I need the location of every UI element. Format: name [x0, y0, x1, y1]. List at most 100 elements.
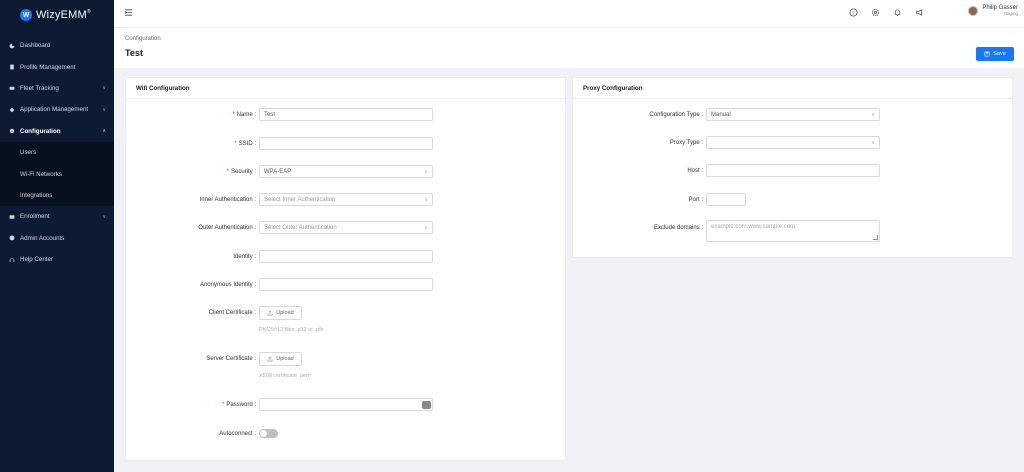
sidebar-item-dashboard[interactable]: Dashboard [0, 35, 114, 56]
chevron-down-icon: ∨ [424, 197, 428, 203]
enrollment-icon [9, 214, 15, 220]
server-certificate-hint: X509 certificate .pem [259, 373, 311, 379]
svg-text:?: ? [852, 10, 855, 15]
autoconnect-label: Autoconnect : [219, 431, 256, 437]
chevron-down-icon: ∨ [102, 85, 106, 92]
sidebar-item-label: Wi-Fi Networks [20, 170, 62, 178]
dashboard-icon [9, 43, 15, 49]
required-mark: * [221, 402, 225, 408]
required-mark: * [234, 141, 237, 147]
user-role: staging [1003, 11, 1018, 16]
inner-authentication-select[interactable]: Select Inner Authentication ∨ [259, 193, 433, 206]
gear-icon [9, 128, 15, 134]
ssid-label: * SSID : [234, 141, 256, 147]
sidebar-item-enrollment[interactable]: Enrollment ∨ [0, 206, 114, 227]
admin-icon [9, 235, 15, 241]
host-field[interactable] [706, 164, 880, 177]
host-label: Host : [687, 168, 703, 174]
registered-mark: ® [86, 9, 91, 15]
user-menu[interactable]: Philip Gasser staging [968, 5, 1018, 16]
top-bar: ? Philip Gasser staging [114, 0, 1024, 28]
sidebar-item-application-management[interactable]: Application Management ∨ [0, 99, 114, 120]
bell-icon[interactable] [893, 8, 902, 17]
save-button[interactable]: Save [976, 47, 1014, 61]
breadcrumb[interactable]: Configuration [125, 36, 161, 42]
sidebar-subitem-wifi-networks[interactable]: Wi-Fi Networks [0, 163, 114, 184]
sidebar-item-label: Admin Accounts [20, 234, 65, 242]
help-icon[interactable]: ? [849, 8, 858, 17]
sidebar-item-label: Application Management [20, 106, 89, 114]
port-field[interactable] [706, 193, 746, 206]
chevron-down-icon: ∨ [424, 169, 428, 175]
name-field[interactable]: Test [259, 108, 433, 121]
app-name: WizyEMM [36, 9, 87, 21]
name-label: * Name : [232, 112, 256, 118]
sidebar: W WizyEMM ® Dashboard Profile Management … [0, 0, 114, 472]
inner-authentication-label: Inner Authentication : [199, 197, 256, 203]
save-icon [984, 51, 990, 57]
sidebar-item-label: Profile Management [20, 63, 76, 71]
headset-icon [9, 257, 15, 263]
profile-icon [9, 64, 15, 70]
anonymous-identity-field[interactable] [259, 278, 433, 291]
password-label: * Password : [221, 402, 256, 408]
proxy-type-select[interactable]: ∨ [706, 136, 880, 149]
upload-icon [267, 356, 273, 362]
security-select[interactable]: WPA-EAP ∨ [259, 165, 433, 178]
logo-badge: W [20, 9, 32, 21]
identity-field[interactable] [259, 250, 433, 263]
chevron-down-icon: ∨ [102, 213, 106, 220]
identity-label: Identity : [233, 254, 256, 260]
wifi-card-title: Wifi Configuration [126, 78, 565, 99]
configuration-type-label: Configuration Type : [649, 112, 703, 118]
upload-label: Upload [276, 356, 294, 362]
settings-icon[interactable] [871, 8, 880, 17]
outer-authentication-select[interactable]: Select Outer Authentication ∨ [259, 221, 433, 234]
megaphone-icon[interactable] [915, 8, 924, 17]
sidebar-item-profile-management[interactable]: Profile Management [0, 56, 114, 77]
password-field[interactable] [259, 398, 433, 411]
sidebar-item-help-center[interactable]: Help Center [0, 249, 114, 270]
chevron-down-icon: ∨ [102, 106, 106, 113]
menu-fold-icon[interactable] [124, 8, 133, 17]
sidebar-item-configuration[interactable]: Configuration ∧ [0, 121, 114, 142]
chevron-down-icon: ∨ [871, 112, 875, 118]
save-label: Save [993, 51, 1006, 57]
security-value: WPA-EAP [264, 168, 292, 175]
sidebar-item-label: Integrations [20, 191, 53, 199]
configuration-type-select[interactable]: Manual ∨ [706, 108, 880, 121]
outer-authentication-label: Outer Authentication : [198, 225, 256, 231]
logo[interactable]: W WizyEMM ® [0, 0, 114, 30]
top-icons: ? [849, 8, 924, 17]
avatar [968, 5, 979, 16]
toggle-knob [260, 430, 267, 437]
sidebar-item-label: Enrollment [20, 213, 50, 221]
sidebar-item-label: Users [20, 149, 37, 157]
proxy-configuration-card: Proxy Configuration Configuration Type :… [572, 77, 1013, 258]
server-certificate-upload-button[interactable]: Upload [259, 352, 302, 366]
ssid-field[interactable] [259, 137, 433, 150]
exclude-domains-placeholder: example.com,www.sample.com [711, 224, 796, 230]
sidebar-item-label: Dashboard [20, 42, 51, 50]
autoconnect-toggle[interactable] [259, 429, 278, 438]
resize-handle-icon[interactable] [873, 235, 878, 240]
sidebar-item-admin-accounts[interactable]: Admin Accounts [0, 228, 114, 249]
client-certificate-upload-button[interactable]: Upload [259, 306, 302, 320]
sidebar-item-label: Fleet Tracking [20, 84, 59, 92]
sidebar-subitem-users[interactable]: Users [0, 142, 114, 163]
configuration-submenu: Users Wi-Fi Networks Integrations [0, 141, 114, 207]
eye-icon[interactable] [422, 401, 431, 409]
outer-authentication-placeholder: Select Outer Authentication [264, 224, 337, 231]
sidebar-item-fleet-tracking[interactable]: Fleet Tracking ∨ [0, 78, 114, 99]
upload-icon [267, 310, 273, 316]
server-certificate-label: Server Certificate : [206, 356, 256, 362]
required-mark: * [232, 112, 235, 118]
sidebar-item-label: Help Center [20, 256, 54, 264]
inner-authentication-placeholder: Select Inner Authentication [264, 196, 336, 203]
sidebar-item-label: Configuration [20, 127, 61, 135]
sidebar-subitem-integrations[interactable]: Integrations [0, 185, 114, 206]
security-label: * Security : [226, 169, 256, 175]
anonymous-identity-label: Anonymous Identity : [199, 282, 256, 288]
exclude-domains-textarea[interactable]: example.com,www.sample.com [706, 220, 880, 242]
chevron-down-icon: ∨ [871, 140, 875, 146]
